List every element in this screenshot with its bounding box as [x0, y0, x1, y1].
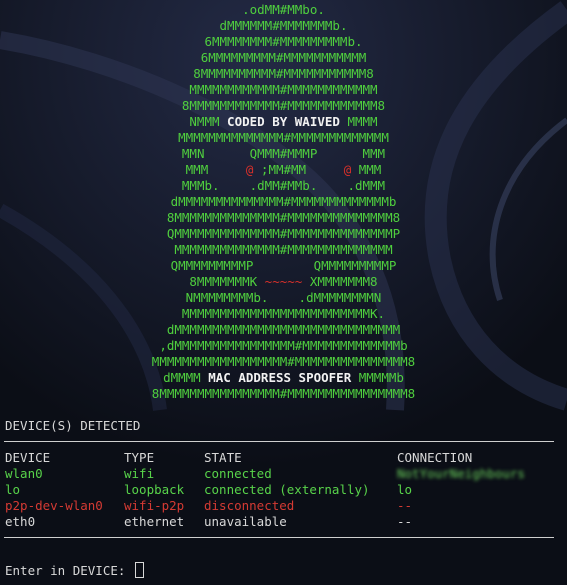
ascii-art-segment: 8MMMMMMMMMMMMMM#MMMMMMMMMMMMMM8	[166, 210, 401, 225]
ascii-art-line: MMMMMMMMMMMMMM#MMMMMMMMMMMMMM	[0, 242, 567, 258]
text-cursor[interactable]	[134, 562, 144, 578]
prompt-label: Enter in DEVICE:	[5, 563, 133, 578]
ascii-art-segment: 8MMMMMMMMMMMM#MMMMMMMMMMMM8	[181, 98, 386, 113]
ascii-art-line: dMMMMMM#MMMMMMMb.	[0, 18, 567, 34]
ascii-art-line: MMMMMMMMMMMM#MMMMMMMMMMMM	[0, 82, 567, 98]
ascii-art-segment: .odMM#MMbo.	[242, 2, 325, 17]
ascii-art-segment: MMMMMb	[351, 370, 404, 385]
table-row[interactable]: eth0 ethernet unavailable --	[0, 514, 567, 530]
ascii-art-line: dMMMM MAC ADDRESS SPOOFER MMMMMb	[0, 370, 567, 386]
ascii-art-line: QMMMMMMMMMMMMMM#MMMMMMMMMMMMMMP	[0, 226, 567, 242]
ascii-art-line: dMMMMMMMMMMMMMM#MMMMMMMMMMMMMb	[0, 194, 567, 210]
ascii-art-segment: 8MMMMMMMK	[189, 274, 265, 289]
ascii-art-line: 6MMMMMMMMM#MMMMMMMMMMM	[0, 50, 567, 66]
ascii-art-segment: QMMMMMMMMMMMMMM#MMMMMMMMMMMMMMP	[166, 226, 401, 241]
type-cell: ethernet	[124, 514, 185, 529]
state-cell: unavailable	[204, 514, 287, 529]
ascii-art-segment: QMMMMMMMMMP QMMMMMMMMMP	[170, 258, 397, 273]
ascii-art-line: dMMMMMMMMMMMMMMMMMMMMMMMMMMMMMM	[0, 322, 567, 338]
ascii-art-segment: ~~~~~	[264, 274, 303, 289]
table-row[interactable]: wlan0 wifi connected NotYourNeighbours	[0, 466, 567, 482]
ascii-art-line: MMMMMMMMMMMMMMMMMM#MMMMMMMMMMMMMMM8	[0, 354, 567, 370]
type-cell: loopback	[124, 482, 185, 497]
table-bottom-divider	[4, 537, 554, 538]
ascii-art-line: ,dMMMMMMMMMMMMMMMM#MMMMMMMMMMMMMb	[0, 338, 567, 354]
ascii-art-segment: MMMMMMMMMMMMMM#MMMMMMMMMMMMM	[178, 130, 389, 145]
state-cell: connected	[204, 466, 272, 481]
ascii-art-segment: MMMMMMMMMMMMMMMMMMMMMMMMMK.	[181, 306, 386, 321]
ascii-art-segment: ;MM#MM	[253, 162, 344, 177]
type-cell: wifi-p2p	[124, 498, 185, 513]
ascii-art-segment: dMMMM	[163, 370, 209, 385]
device-cell: p2p-dev-wlan0	[5, 498, 103, 513]
column-header-state: STATE	[204, 450, 242, 465]
ascii-art-segment: 8MMMMMMMMMMMMMMMM#MMMMMMMMMMMMMMMM8	[151, 386, 416, 401]
table-row[interactable]: p2p-dev-wlan0 wifi-p2p disconnected --	[0, 498, 567, 514]
device-cell: lo	[5, 482, 21, 497]
device-cell: eth0	[5, 514, 36, 529]
connection-cell: --	[397, 498, 413, 513]
ascii-art-segment: MMMMMMMMMMMMMM#MMMMMMMMMMMMMM	[174, 242, 393, 257]
ascii-art-segment: 8MMMMMMMMMM#MMMMMMMMMMM8	[193, 66, 374, 81]
ascii-art-segment: MMMb. .dMM#MMb. .dMMM	[181, 178, 386, 193]
ascii-art-line: 8MMMMMMMK ~~~~~ XMMMMMMM8	[0, 274, 567, 290]
ascii-art-segment: NMMMMMMMMb. .dMMMMMMMMN	[185, 290, 382, 305]
ascii-art-segment: dMMMMMMMMMMMMMMMMMMMMMMMMMMMMMM	[166, 322, 401, 337]
column-header-type: TYPE	[124, 450, 155, 465]
ascii-art-line: NMMM CODED BY WAIVED MMMM	[0, 114, 567, 130]
ascii-art-line: MMMMMMMMMMMMMMMMMMMMMMMMMK.	[0, 306, 567, 322]
ascii-art-segment: NMMM	[189, 114, 228, 129]
ascii-art-segment: MMMMMMMMMMMM#MMMMMMMMMMMM	[189, 82, 378, 97]
banner-title-text: MAC ADDRESS SPOOFER	[208, 370, 352, 385]
ascii-art-segment: MMM	[185, 162, 246, 177]
ascii-art-segment: MMM	[351, 162, 382, 177]
column-header-connection: CONNECTION	[397, 450, 473, 465]
ascii-art-segment: MMMM	[339, 114, 378, 129]
ascii-art-line: 6MMMMMMMM#MMMMMMMMMb.	[0, 34, 567, 50]
ascii-art-segment: 6MMMMMMMMM#MMMMMMMMMMM	[200, 50, 367, 65]
ascii-art-segment: 6MMMMMMMM#MMMMMMMMMb.	[204, 34, 363, 49]
table-row[interactable]: lo loopback connected (externally) lo	[0, 482, 567, 498]
terminal-window: .odMM#MMbo. dMMMMMM#MMMMMMMb. 6MMMMMMMM#MM…	[0, 0, 567, 585]
ascii-art-line: MMMMMMMMMMMMMM#MMMMMMMMMMMMM	[0, 130, 567, 146]
ascii-art-line: MMN QMMM#MMMP MMM	[0, 146, 567, 162]
ascii-art-line: MMMb. .dMM#MMb. .dMMM	[0, 178, 567, 194]
ascii-art-segment: MMN QMMM#MMMP MMM	[181, 146, 386, 161]
ascii-art-segment: dMMMMMM#MMMMMMMb.	[219, 18, 348, 33]
connection-cell: --	[397, 514, 413, 529]
column-header-device: DEVICE	[5, 450, 51, 465]
devices-detected-header: DEVICE(S) DETECTED	[5, 418, 141, 433]
ascii-art-line: 8MMMMMMMMMMMMMMMM#MMMMMMMMMMMMMMMM8	[0, 386, 567, 402]
device-prompt[interactable]: Enter in DEVICE:	[5, 562, 144, 578]
ascii-art-line: QMMMMMMMMMP QMMMMMMMMMP	[0, 258, 567, 274]
ascii-art-segment: dMMMMMMMMMMMMMM#MMMMMMMMMMMMMb	[170, 194, 397, 209]
ascii-art-line: 8MMMMMMMMMMMMMM#MMMMMMMMMMMMMM8	[0, 210, 567, 226]
ascii-art-segment: MMMMMMMMMMMMMMMMMM#MMMMMMMMMMMMMMM8	[151, 354, 416, 369]
banner-title-text: CODED BY WAIVED	[227, 114, 340, 129]
ascii-art-line: 8MMMMMMMMMMMM#MMMMMMMMMMMM8	[0, 98, 567, 114]
connection-cell: lo	[397, 482, 413, 497]
ascii-art-segment: XMMMMMMM8	[302, 274, 378, 289]
table-header-row: DEVICE TYPE STATE CONNECTION	[0, 450, 567, 466]
ascii-art-line: .odMM#MMbo.	[0, 2, 567, 18]
state-cell: disconnected	[204, 498, 295, 513]
connection-cell: NotYourNeighbours	[397, 466, 525, 481]
table-top-divider	[4, 441, 554, 442]
ascii-art-line: MMM @ ;MM#MM @ MMM	[0, 162, 567, 178]
type-cell: wifi	[124, 466, 155, 481]
state-cell: connected (externally)	[204, 482, 370, 497]
device-cell: wlan0	[5, 466, 43, 481]
ascii-art-segment: ,dMMMMMMMMMMMMMMMM#MMMMMMMMMMMMMb	[159, 338, 408, 353]
ascii-art-line: NMMMMMMMMb. .dMMMMMMMMN	[0, 290, 567, 306]
ascii-art-line: 8MMMMMMMMMM#MMMMMMMMMMM8	[0, 66, 567, 82]
